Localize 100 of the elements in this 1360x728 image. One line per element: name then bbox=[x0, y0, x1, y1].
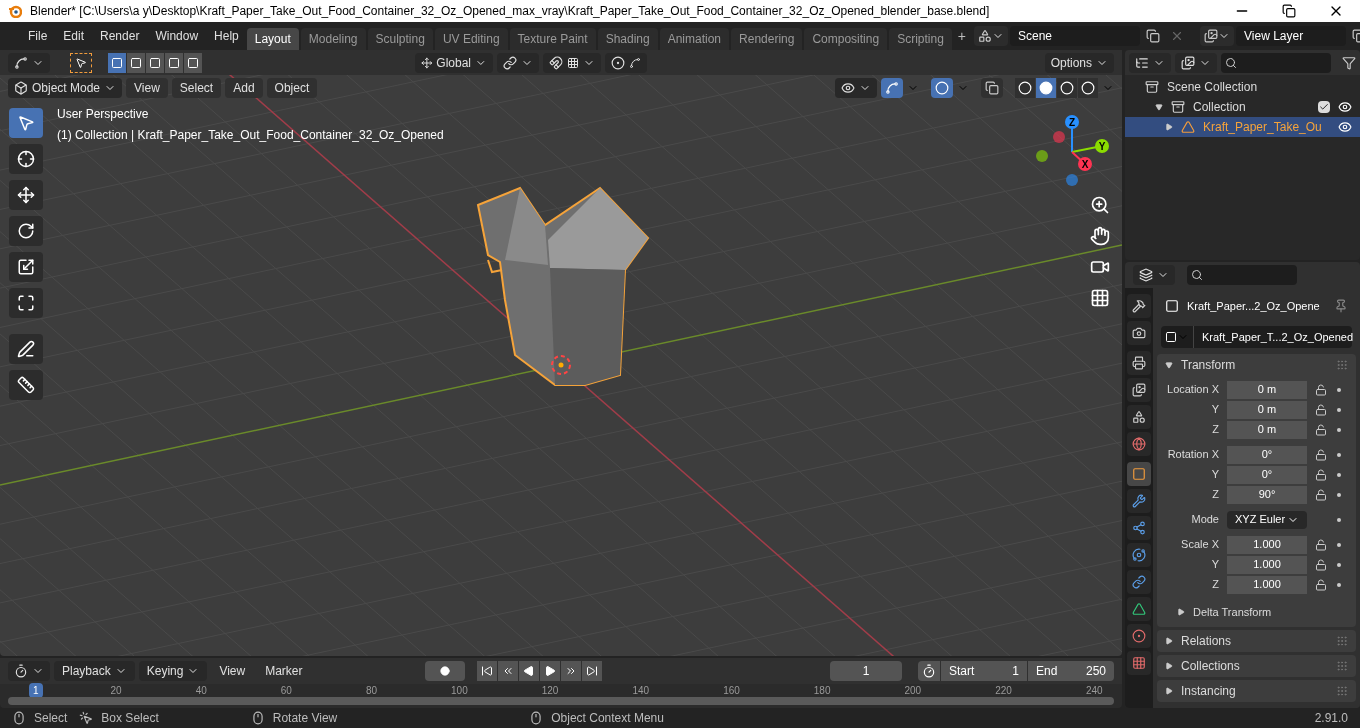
lock-icon[interactable] bbox=[1315, 488, 1327, 501]
texture-tab[interactable] bbox=[1127, 651, 1151, 675]
transform-orientation-dropdown[interactable]: Global bbox=[414, 52, 493, 73]
cursor-tool-button[interactable] bbox=[9, 144, 43, 174]
record-button[interactable] bbox=[425, 661, 465, 681]
subpanel-header[interactable]: Delta Transform bbox=[1157, 601, 1356, 623]
number-field[interactable]: 0 m bbox=[1227, 420, 1307, 439]
exclude-checkbox[interactable] bbox=[1318, 101, 1330, 113]
workspace-tab[interactable]: Texture Paint bbox=[509, 28, 596, 50]
workspace-tab[interactable]: Animation bbox=[659, 28, 730, 50]
next-keyframe-button[interactable] bbox=[561, 661, 581, 681]
filter-icon[interactable] bbox=[1342, 55, 1356, 70]
timeline-menu[interactable]: Keying bbox=[138, 661, 208, 681]
output-tab[interactable] bbox=[1127, 351, 1151, 375]
workspace-tab[interactable]: Scripting bbox=[889, 28, 952, 50]
transform-tool-button[interactable] bbox=[9, 288, 43, 318]
outliner-row[interactable]: Scene Collection bbox=[1125, 77, 1360, 97]
proportional-editing-button[interactable] bbox=[604, 52, 647, 73]
frame-number[interactable]: 160 bbox=[719, 683, 744, 698]
drag-handle-icon[interactable] bbox=[1336, 635, 1348, 647]
render-tab[interactable] bbox=[1127, 321, 1151, 345]
panel-header[interactable]: Instancing bbox=[1157, 680, 1356, 702]
world-tab[interactable] bbox=[1127, 432, 1151, 456]
constraints-tab[interactable] bbox=[1127, 570, 1151, 594]
selection-mode-button[interactable] bbox=[108, 52, 126, 73]
overlay-toggle[interactable] bbox=[931, 77, 953, 98]
editor-type-button[interactable] bbox=[8, 52, 50, 73]
workspace-tab[interactable]: Shading bbox=[597, 28, 658, 50]
xray-toggle[interactable] bbox=[981, 77, 1003, 98]
workspace-tab[interactable]: Compositing bbox=[804, 28, 888, 50]
drag-handle-icon[interactable] bbox=[1336, 685, 1348, 697]
number-field[interactable]: 90° bbox=[1227, 485, 1307, 504]
selection-mode-button[interactable] bbox=[127, 52, 145, 73]
number-field[interactable]: 0 m bbox=[1227, 380, 1307, 399]
rotation-mode-dropdown[interactable]: XYZ Euler bbox=[1227, 510, 1307, 529]
panel-header[interactable]: Relations bbox=[1157, 630, 1356, 652]
material-tab[interactable] bbox=[1127, 624, 1151, 648]
timeline-menu[interactable]: View bbox=[211, 661, 254, 681]
start-frame-field[interactable]: Start 1 bbox=[941, 661, 1027, 681]
selection-mode-button[interactable] bbox=[146, 52, 164, 73]
scene-selector-button[interactable] bbox=[974, 26, 1008, 46]
workspace-tab[interactable]: Sculpting bbox=[367, 28, 433, 50]
grid-icon[interactable] bbox=[1090, 288, 1110, 308]
visibility-button[interactable] bbox=[835, 77, 877, 98]
frame-number[interactable]: 40 bbox=[191, 683, 211, 698]
workspace-tab[interactable]: Modeling bbox=[300, 28, 366, 50]
selection-mode-button[interactable] bbox=[184, 52, 202, 73]
frame-number[interactable]: 140 bbox=[628, 683, 654, 698]
play-reverse-button[interactable] bbox=[519, 661, 539, 681]
gizmo-toggle[interactable] bbox=[881, 77, 903, 98]
jump-to-start-button[interactable] bbox=[477, 661, 497, 681]
menu-item[interactable]: Render bbox=[92, 27, 148, 45]
number-field[interactable]: 1.000 bbox=[1227, 575, 1307, 594]
display-mode-button[interactable] bbox=[1175, 52, 1217, 73]
annotate-tool-button[interactable] bbox=[9, 334, 43, 364]
frame-number[interactable]: 200 bbox=[900, 683, 926, 698]
shading-mode-button[interactable] bbox=[1036, 77, 1056, 98]
number-field[interactable]: 1.000 bbox=[1227, 555, 1307, 574]
frame-number[interactable]: 180 bbox=[809, 683, 835, 698]
workspace-tab[interactable]: UV Editing bbox=[434, 28, 508, 50]
drag-handle-icon[interactable] bbox=[1336, 359, 1348, 371]
viewport-menu[interactable]: Add bbox=[225, 77, 263, 98]
lock-icon[interactable] bbox=[1315, 578, 1327, 591]
negative-axis-icon[interactable] bbox=[1036, 150, 1048, 162]
scene-field[interactable]: Scene bbox=[1010, 26, 1140, 46]
physics-tab[interactable] bbox=[1127, 543, 1151, 567]
outliner-row[interactable]: Collection bbox=[1125, 97, 1360, 117]
properties-editor-button[interactable] bbox=[1133, 265, 1175, 285]
lock-icon[interactable] bbox=[1315, 383, 1327, 396]
navigation-gizmo-axis[interactable]: Y bbox=[1071, 139, 1109, 153]
pin-icon[interactable] bbox=[1334, 299, 1348, 313]
restore-icon[interactable] bbox=[1282, 4, 1296, 18]
frame-number[interactable]: 220 bbox=[991, 683, 1016, 698]
object-mode-dropdown[interactable]: Object Mode bbox=[8, 77, 123, 98]
menu-item[interactable]: Window bbox=[147, 27, 207, 45]
timeline-scrollbar[interactable] bbox=[8, 697, 1114, 705]
workspace-tab[interactable]: Layout bbox=[246, 28, 299, 50]
view-layer-field[interactable]: View Layer bbox=[1236, 26, 1346, 46]
number-field[interactable]: 0° bbox=[1227, 445, 1307, 464]
frame-number[interactable]: 80 bbox=[361, 683, 382, 698]
panel-header[interactable]: Collections bbox=[1157, 655, 1356, 677]
outliner-editor-button[interactable] bbox=[1129, 52, 1171, 73]
timeline-menu[interactable]: Playback bbox=[54, 661, 135, 681]
tool-tab[interactable] bbox=[1127, 294, 1151, 318]
jump-to-end-button[interactable] bbox=[582, 661, 602, 681]
modifiers-tab[interactable] bbox=[1127, 489, 1151, 513]
timeline-menu[interactable]: Marker bbox=[257, 661, 311, 681]
menu-item[interactable]: Edit bbox=[55, 27, 93, 45]
workspace-tab[interactable]: Rendering bbox=[731, 28, 803, 50]
number-field[interactable]: 0 m bbox=[1227, 400, 1307, 419]
visibility-eye-icon[interactable] bbox=[1338, 100, 1352, 114]
object-tab[interactable] bbox=[1127, 462, 1151, 486]
frame-number[interactable]: 120 bbox=[537, 683, 563, 698]
scene-tab[interactable] bbox=[1127, 405, 1151, 429]
shading-mode-button[interactable] bbox=[1078, 77, 1098, 98]
properties-search-field[interactable] bbox=[1187, 265, 1297, 285]
lock-icon[interactable] bbox=[1315, 468, 1327, 481]
options-dropdown[interactable]: Options bbox=[1044, 52, 1114, 73]
viewport-menu[interactable]: View bbox=[126, 77, 168, 98]
timeline-editor-button[interactable] bbox=[8, 661, 50, 681]
